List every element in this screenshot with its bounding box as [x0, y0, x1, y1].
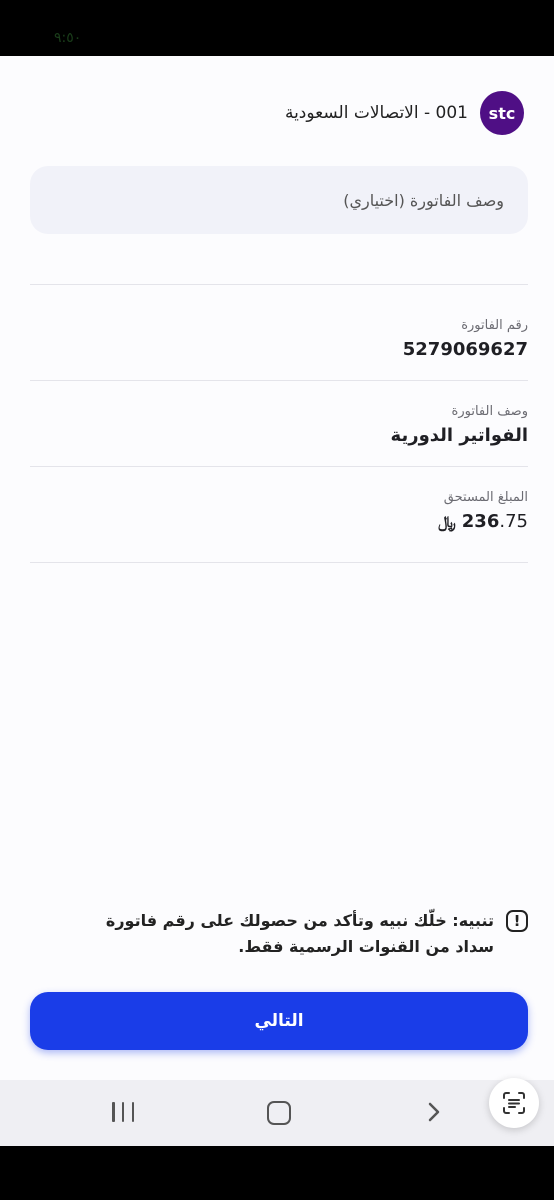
bill-number-label: رقم الفاتورة [461, 318, 528, 333]
amount-number: 236.75 [462, 511, 528, 532]
bill-description-input[interactable] [30, 166, 528, 234]
warning-text: تنبيه: خلّك نبيه وتأكد من حصولك على رقم … [105, 911, 494, 956]
amount-due-field: المبلغ المستحق 236.75 ﷼ [438, 490, 528, 532]
bill-details-screen: stc 001 - الاتصالات السعودية رقم الفاتور… [0, 56, 554, 1080]
status-time: ٩:٥٠ [54, 30, 82, 46]
amount-due-value: 236.75 ﷼ [438, 511, 528, 532]
status-bar: ٩:٥٠ [0, 0, 554, 56]
amount-decimal: .75 [499, 511, 528, 532]
divider [30, 466, 528, 467]
bill-description-value: الفواتير الدورية [390, 425, 528, 446]
warning-notice: ! تنبيه: خلّك نبيه وتأكد من حصولك على رق… [78, 908, 528, 960]
amount-due-label: المبلغ المستحق [443, 490, 528, 505]
bill-number-value: 5279069627 [402, 339, 528, 360]
system-nav-bar [0, 1080, 554, 1146]
bill-description-label: وصف الفاتورة [451, 404, 528, 419]
recent-apps-icon[interactable] [112, 1102, 134, 1124]
back-icon[interactable] [422, 1094, 446, 1130]
bottom-bezel [0, 1146, 554, 1200]
home-icon[interactable] [267, 1101, 291, 1125]
bill-description-field: وصف الفاتورة الفواتير الدورية [391, 404, 528, 446]
exclamation-icon: ! [506, 910, 528, 932]
provider-header: stc 001 - الاتصالات السعودية [284, 91, 524, 135]
provider-name: 001 - الاتصالات السعودية [284, 103, 468, 123]
divider [30, 562, 528, 563]
stc-logo: stc [480, 91, 524, 135]
amount-integer: 236 [461, 511, 500, 532]
next-button[interactable]: التالي [30, 992, 528, 1050]
scan-text-icon[interactable] [489, 1078, 539, 1128]
divider [30, 380, 528, 381]
divider [30, 284, 528, 285]
riyal-currency-icon: ﷼ [438, 512, 456, 531]
bill-number-field: رقم الفاتورة 5279069627 [403, 318, 528, 360]
